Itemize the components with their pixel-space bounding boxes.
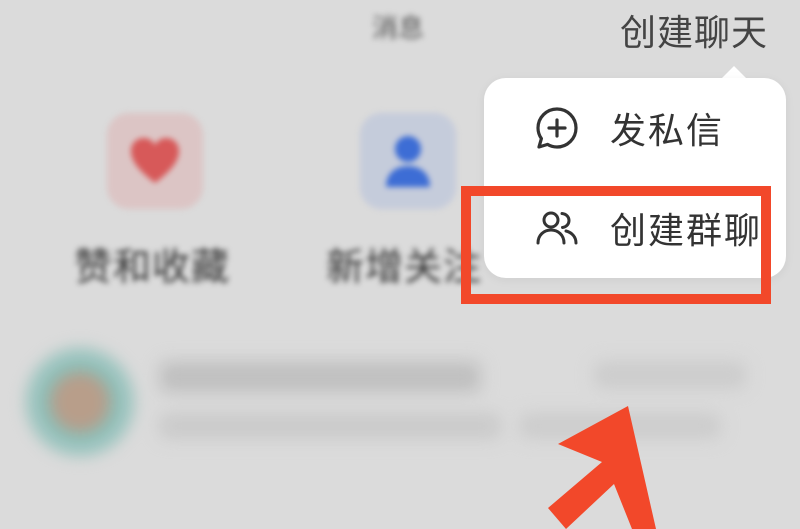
arrow-pointer-icon [548,406,656,529]
create-chat-button[interactable]: 创建聊天 [620,4,768,56]
menu-item-label: 发私信 [610,111,725,152]
highlight-box [461,186,771,304]
menu-item-send-dm[interactable]: 发私信 [484,78,786,178]
chat-plus-icon [536,107,578,149]
